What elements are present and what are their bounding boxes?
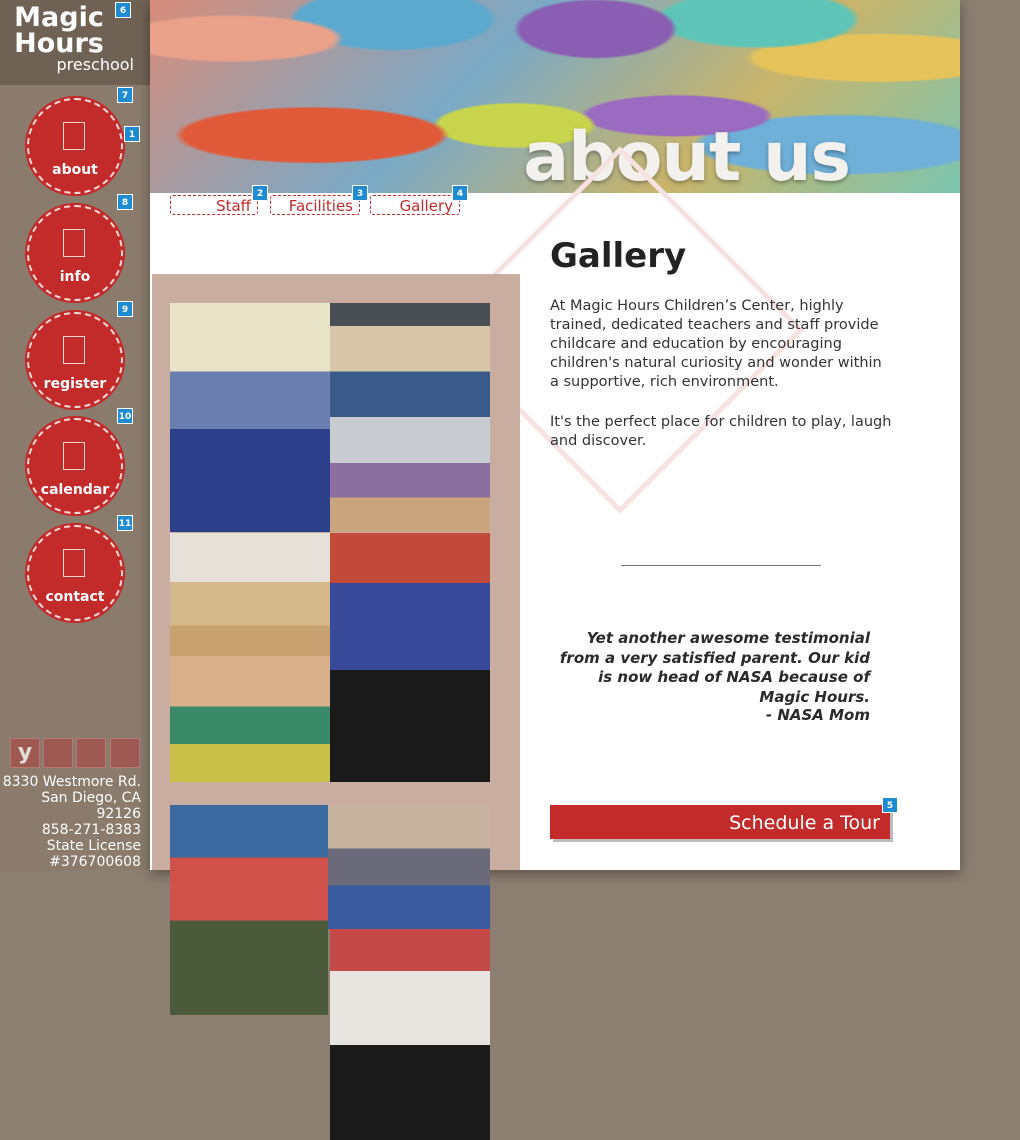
gallery-photo[interactable] — [330, 303, 490, 417]
hero-banner: about us — [150, 0, 960, 193]
nav-register-label: register — [43, 376, 107, 392]
element-badge: 1 — [124, 126, 140, 142]
testimonial-author: - NASA Mom — [765, 706, 870, 724]
secondary-paragraph: It's the perfect place for children to p… — [550, 414, 892, 449]
testimonial-text: Yet another awesome testimonial from a v… — [559, 629, 870, 706]
register-icon — [63, 336, 85, 364]
tab-facilities[interactable]: Facilities — [270, 195, 360, 215]
nav-about-label: about — [52, 162, 98, 178]
logo-line-1: Magic — [14, 2, 104, 33]
info-icon — [63, 229, 85, 257]
element-badge: 8 — [117, 194, 133, 210]
element-badge: 10 — [117, 408, 133, 424]
facebook-icon[interactable] — [43, 738, 73, 768]
gallery-photo[interactable] — [170, 656, 330, 782]
hero-title: about us — [523, 118, 851, 193]
element-badge: 3 — [352, 185, 368, 201]
gallery-photo[interactable] — [330, 533, 490, 782]
element-badge: 4 — [452, 185, 468, 201]
gallery-photo[interactable] — [330, 417, 490, 532]
schedule-tour-button[interactable]: Schedule a Tour — [550, 805, 890, 839]
nav-about-button[interactable]: about — [25, 96, 125, 196]
nav-calendar-button[interactable]: calendar — [25, 416, 125, 516]
address-city: San Diego, CA 92126 — [41, 790, 141, 822]
contact-icon — [63, 549, 85, 577]
element-badge: 6 — [115, 2, 131, 18]
logo-line-2: Hours — [14, 28, 104, 59]
address-license-label: State License — [46, 838, 141, 854]
yelp-icon[interactable]: y — [10, 738, 40, 768]
element-badge: 2 — [252, 185, 268, 201]
intro-paragraph: At Magic Hours Children’s Center, highly… — [550, 298, 882, 390]
about-icon — [63, 122, 85, 150]
address-phone[interactable]: 858-271-8383 — [0, 822, 141, 838]
nav-info-label: info — [59, 269, 91, 285]
tab-gallery[interactable]: Gallery — [370, 195, 460, 215]
address-license-number: #376700608 — [49, 854, 141, 870]
logo-line-3: preschool — [56, 55, 134, 74]
divider — [621, 565, 821, 566]
element-badge: 5 — [882, 797, 898, 813]
google-icon[interactable] — [76, 738, 106, 768]
element-badge: 9 — [117, 301, 133, 317]
nav-calendar-label: calendar — [40, 482, 110, 498]
nav-contact-button[interactable]: contact — [25, 523, 125, 623]
address-street: 8330 Westmore Rd. — [2, 774, 141, 790]
gallery-photo[interactable] — [170, 533, 330, 656]
element-badge: 11 — [117, 515, 133, 531]
page-heading: Gallery — [550, 236, 687, 276]
map-icon[interactable] — [110, 738, 140, 768]
calendar-icon — [63, 442, 85, 470]
element-badge: 7 — [117, 87, 133, 103]
tab-staff[interactable]: Staff — [170, 195, 258, 215]
address-block: 8330 Westmore Rd. San Diego, CA 92126 85… — [0, 774, 141, 870]
nav-info-button[interactable]: info — [25, 203, 125, 303]
gallery-photo[interactable] — [170, 805, 328, 1015]
nav-register-button[interactable]: register — [25, 310, 125, 410]
gallery-photo[interactable] — [170, 303, 330, 532]
gallery-photo[interactable] — [328, 805, 490, 929]
nav-contact-label: contact — [45, 589, 105, 605]
gallery-photo[interactable] — [330, 929, 490, 1140]
